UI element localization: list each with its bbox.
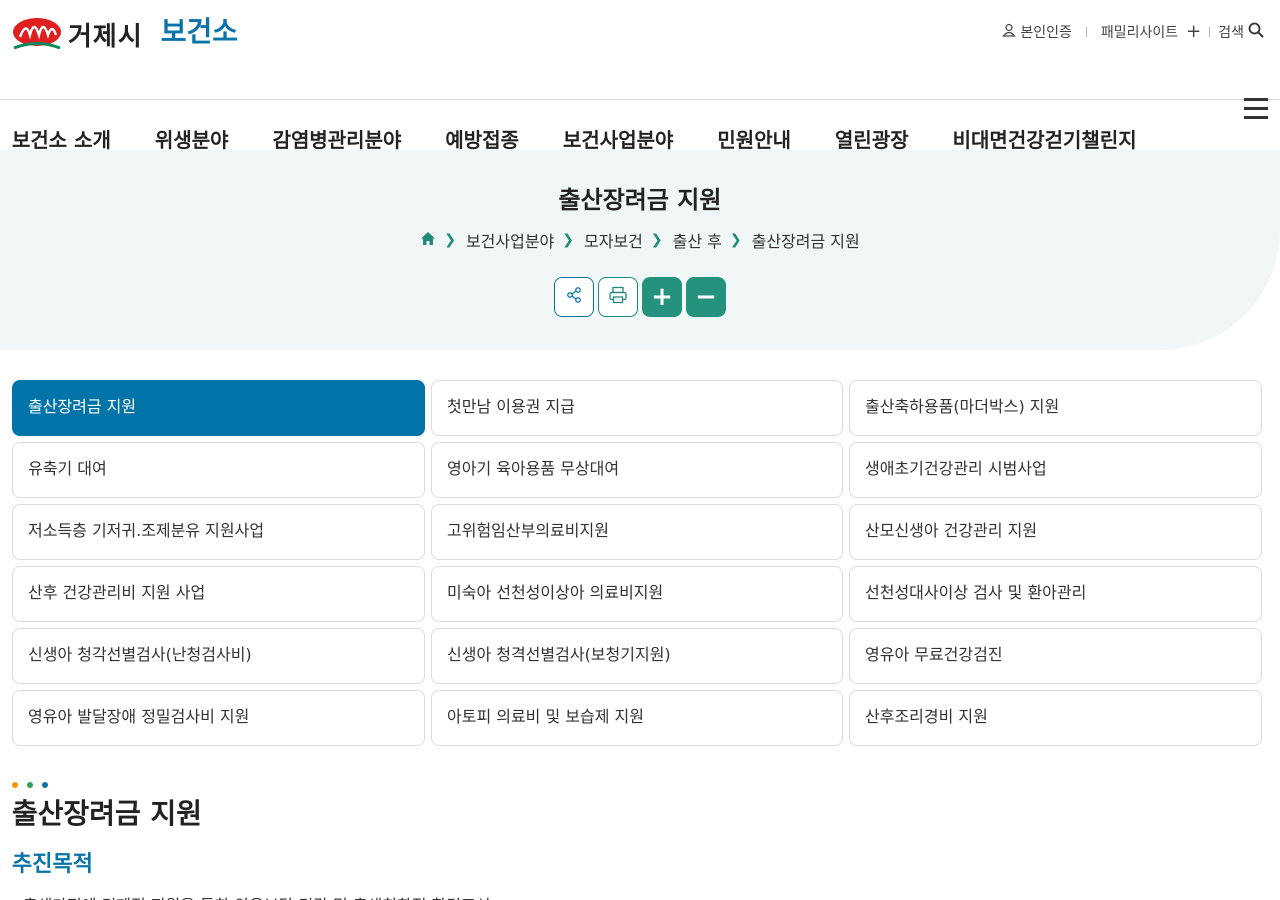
share-icon	[565, 286, 583, 308]
section-body-text: - 출생가정에 경제적 지원을 통한 양육부담 경감 및 출생친화적 환경조성	[12, 892, 490, 900]
section-title: 추진목적	[12, 852, 93, 877]
breadcrumb-current: 출산장려금 지원	[752, 228, 860, 252]
geoje-emblem-icon	[12, 15, 62, 53]
tab-item[interactable]: 산후 건강관리비 지원 사업	[12, 566, 425, 622]
content-title: 출산장려금 지원	[12, 797, 203, 830]
gnb-item-health-projects[interactable]: 보건사업분야	[563, 126, 673, 150]
breadcrumb-label: 모자보건	[584, 232, 643, 251]
sub-menu-tabs: 출산장려금 지원 첫만남 이용권 지급 출산축하용품(마더박스) 지원 유축기 …	[12, 380, 1262, 746]
divider	[1209, 27, 1211, 37]
gnb-item-hygiene[interactable]: 위생분야	[155, 126, 229, 150]
zoom-in-button[interactable]: +	[642, 277, 682, 317]
tab-item[interactable]: 저소득층 기저귀.조제분유 지원사업	[12, 504, 425, 560]
search-button[interactable]: 검색	[1218, 22, 1264, 42]
breadcrumb-item[interactable]: 모자보건 ❯	[584, 228, 673, 252]
tab-item[interactable]: 선천성대사이상 검사 및 환아관리	[849, 566, 1262, 622]
tab-item[interactable]: 아토피 의료비 및 보습제 지원	[431, 690, 843, 746]
logo-city-name: 거제시	[68, 21, 143, 52]
search-icon	[1248, 22, 1264, 42]
tab-item[interactable]: 생애초기건강관리 시범사업	[849, 442, 1262, 498]
chevron-right-icon: ❯	[650, 232, 663, 248]
divider	[1085, 27, 1087, 37]
family-site-button[interactable]: 패밀리사이트 +	[1101, 22, 1201, 42]
chevron-right-icon: ❯	[562, 232, 575, 248]
site-header: 거제시 보건소 본인인증 패밀리사이트 + 검색	[0, 0, 1280, 100]
tab-item-active[interactable]: 출산장려금 지원	[12, 380, 425, 436]
main-navigation: 보건소 소개 위생분야 감염병관리분야 예방접종 보건사업분야 민원안내 열린광…	[12, 126, 1181, 150]
chevron-right-icon: ❯	[729, 232, 742, 248]
print-icon	[608, 286, 628, 308]
breadcrumb-label: 출산장려금 지원	[751, 232, 860, 251]
user-icon	[1002, 23, 1017, 41]
tab-item[interactable]: 고위험임산부의료비지원	[431, 504, 843, 560]
gnb-item-vaccination[interactable]: 예방접종	[445, 126, 519, 150]
tab-item[interactable]: 첫만남 이용권 지급	[431, 380, 843, 436]
tab-item[interactable]: 유축기 대여	[12, 442, 425, 498]
logo-site-name: 보건소	[160, 15, 239, 48]
family-site-label: 패밀리사이트	[1100, 25, 1179, 41]
utility-menu: 본인인증 패밀리사이트 + 검색	[1002, 22, 1264, 42]
share-button[interactable]	[554, 277, 594, 317]
page-tools: + −	[0, 277, 1280, 317]
dot-green	[27, 782, 33, 788]
gnb-item-open-square[interactable]: 열린광장	[835, 126, 909, 150]
print-button[interactable]	[598, 277, 638, 317]
gnb-item-civil[interactable]: 민원안내	[717, 126, 791, 150]
auth-link[interactable]: 본인인증	[1002, 22, 1072, 42]
tab-item[interactable]: 신생아 청각선별검사(난청검사비)	[12, 628, 425, 684]
breadcrumb-label: 출산 후	[672, 232, 722, 251]
plus-icon: +	[1186, 21, 1202, 42]
breadcrumb-home[interactable]: ❯	[420, 231, 466, 250]
dot-orange	[12, 782, 18, 788]
search-label: 검색	[1218, 25, 1244, 41]
breadcrumb: ❯ 보건사업분야 ❯ 모자보건 ❯ 출산 후 ❯ 출산장려금 지원	[0, 228, 1280, 252]
gnb-item-infection[interactable]: 감염병관리분야	[273, 126, 402, 150]
gnb-item-intro[interactable]: 보건소 소개	[12, 126, 111, 150]
sub-visual: 출산장려금 지원 ❯ 보건사업분야 ❯ 모자보건 ❯ 출산 후 ❯ 출산장려금 …	[0, 150, 1280, 350]
breadcrumb-item[interactable]: 출산 후 ❯	[673, 228, 752, 252]
tab-item[interactable]: 신생아 청격선별검사(보청기지원)	[431, 628, 843, 684]
tab-item[interactable]: 출산축하용품(마더박스) 지원	[849, 380, 1262, 436]
chevron-right-icon: ❯	[444, 232, 456, 248]
all-menu-icon[interactable]	[1244, 98, 1268, 120]
tab-item[interactable]: 미숙아 선천성이상아 의료비지원	[431, 566, 843, 622]
gnb-item-walking-challenge[interactable]: 비대면건강걷기챌린지	[953, 126, 1137, 150]
zoom-out-button[interactable]: −	[686, 277, 726, 317]
tab-item[interactable]: 영유아 무료건강검진	[849, 628, 1262, 684]
home-icon	[420, 231, 436, 250]
breadcrumb-label: 보건사업분야	[465, 232, 555, 251]
auth-label: 본인인증	[1020, 25, 1072, 41]
title-decoration-dots	[12, 782, 48, 788]
dot-blue	[42, 782, 48, 788]
site-logo[interactable]: 거제시 보건소	[12, 14, 238, 54]
tab-item[interactable]: 영아기 육아용품 무상대여	[431, 442, 843, 498]
tab-item[interactable]: 산후조리경비 지원	[849, 690, 1262, 746]
tab-item[interactable]: 산모신생아 건강관리 지원	[849, 504, 1262, 560]
breadcrumb-item[interactable]: 보건사업분야 ❯	[466, 228, 584, 252]
tab-item[interactable]: 영유아 발달장애 정밀검사비 지원	[12, 690, 425, 746]
page-title: 출산장려금 지원	[558, 186, 722, 214]
